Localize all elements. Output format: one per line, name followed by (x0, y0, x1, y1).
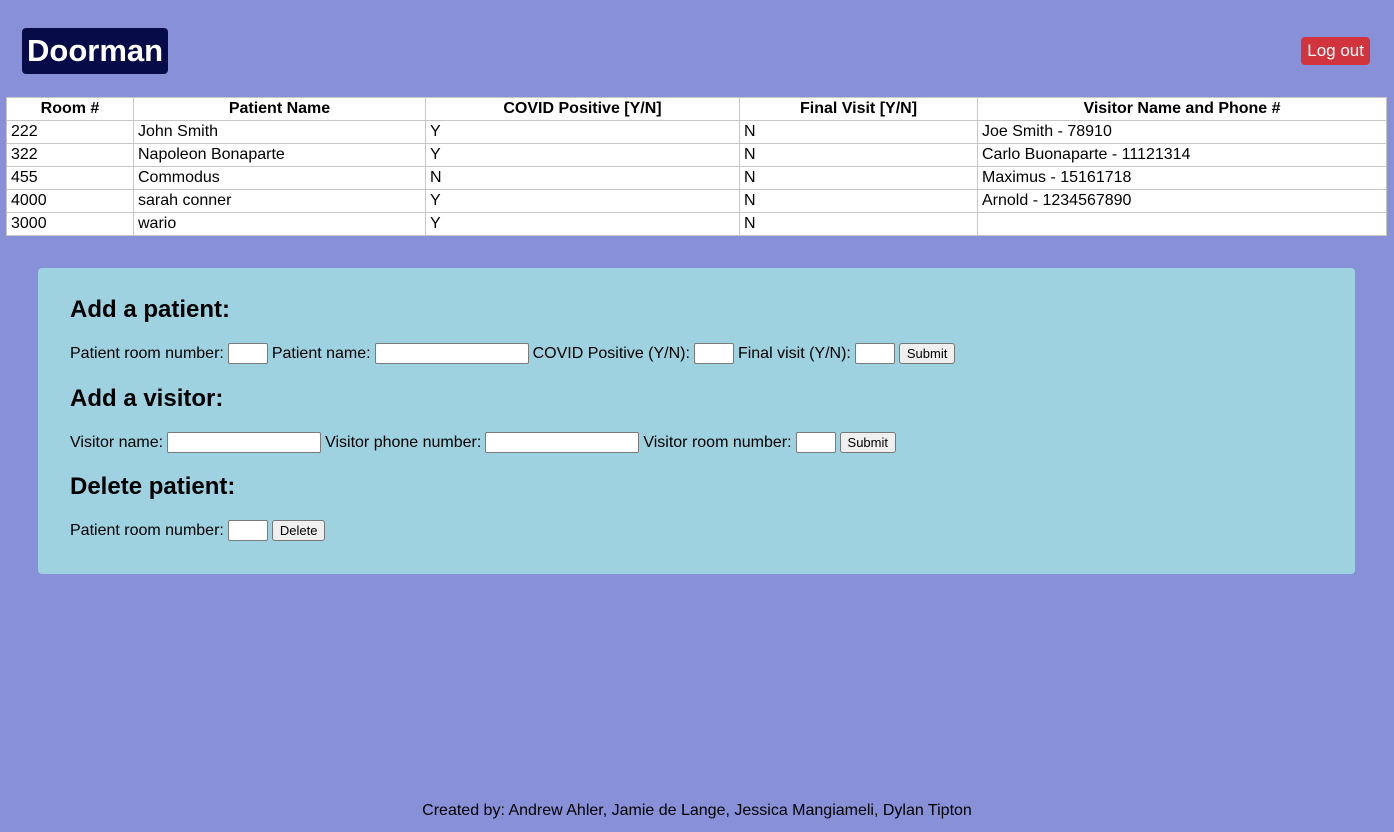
app-logo: Doorman (22, 28, 169, 74)
visitor-room-input[interactable] (795, 432, 836, 453)
add-patient-form: Patient room number: Patient name: COVID… (70, 343, 956, 364)
final-visit-input[interactable] (854, 343, 895, 364)
patients-table: Room # Patient Name COVID Positive [Y/N]… (6, 97, 1387, 236)
delete-patient-button[interactable]: Delete (271, 520, 326, 541)
column-header-room: Room # (6, 97, 134, 121)
patient-room-label: Patient room number: (70, 344, 224, 362)
patient-name-label: Patient name: (271, 344, 371, 362)
cell-patient-name: sarah conner (133, 189, 426, 213)
cell-room: 222 (6, 120, 134, 144)
table-row: 222 John Smith Y N Joe Smith - 78910 (6, 120, 1387, 144)
cell-final-visit: N (739, 189, 978, 213)
add-visitor-heading: Add a visitor: (70, 385, 224, 412)
cell-visitor (977, 212, 1387, 236)
cell-covid-positive: N (425, 166, 740, 190)
forms-panel: Add a patient: Patient room number: Pati… (38, 268, 1355, 574)
cell-room: 322 (6, 143, 134, 167)
table-header-row: Room # Patient Name COVID Positive [Y/N]… (6, 97, 1387, 121)
add-visitor-submit-button[interactable]: Submit (839, 432, 896, 453)
cell-final-visit: N (739, 166, 978, 190)
visitor-name-input[interactable] (167, 432, 322, 453)
visitor-name-label: Visitor name: (70, 433, 164, 451)
final-visit-label: Final visit (Y/N): (737, 344, 851, 362)
column-header-final-visit: Final Visit [Y/N] (739, 97, 978, 121)
delete-room-input[interactable] (227, 520, 268, 541)
delete-patient-form: Patient room number: Delete (70, 520, 326, 541)
visitor-phone-label: Visitor phone number: (325, 433, 482, 451)
cell-final-visit: N (739, 120, 978, 144)
footer-credits: Created by: Andrew Ahler, Jamie de Lange… (422, 802, 972, 819)
cell-patient-name: Napoleon Bonaparte (133, 143, 426, 167)
column-header-visitor: Visitor Name and Phone # (977, 97, 1387, 121)
cell-room: 455 (6, 166, 134, 190)
patient-room-input[interactable] (227, 343, 268, 364)
column-header-patient-name: Patient Name (133, 97, 426, 121)
delete-patient-heading: Delete patient: (70, 473, 236, 500)
cell-visitor: Carlo Buonaparte - 11121314 (977, 143, 1387, 167)
cell-visitor: Joe Smith - 78910 (977, 120, 1387, 144)
table-row: 3000 wario Y N (6, 212, 1387, 236)
cell-visitor: Maximus - 15161718 (977, 166, 1387, 190)
cell-covid-positive: Y (425, 143, 740, 167)
visitor-phone-input[interactable] (485, 432, 640, 453)
table-row: 4000 sarah conner Y N Arnold - 123456789… (6, 189, 1387, 213)
table-row: 455 Commodus N N Maximus - 15161718 (6, 166, 1387, 190)
covid-positive-label: COVID Positive (Y/N): (532, 344, 690, 362)
add-patient-heading: Add a patient: (70, 296, 230, 323)
covid-positive-input[interactable] (693, 343, 734, 364)
patient-name-input[interactable] (374, 343, 529, 364)
cell-covid-positive: Y (425, 120, 740, 144)
cell-final-visit: N (739, 212, 978, 236)
add-visitor-form: Visitor name: Visitor phone number: Visi… (70, 432, 896, 453)
cell-patient-name: John Smith (133, 120, 426, 144)
cell-final-visit: N (739, 143, 978, 167)
cell-covid-positive: Y (425, 189, 740, 213)
cell-patient-name: Commodus (133, 166, 426, 190)
add-patient-submit-button[interactable]: Submit (898, 343, 956, 364)
cell-visitor: Arnold - 1234567890 (977, 189, 1387, 213)
cell-room: 3000 (6, 212, 134, 236)
cell-patient-name: wario (133, 212, 426, 236)
cell-room: 4000 (6, 189, 134, 213)
table-row: 322 Napoleon Bonaparte Y N Carlo Buonapa… (6, 143, 1387, 167)
delete-room-label: Patient room number: (70, 521, 224, 539)
visitor-room-label: Visitor room number: (643, 433, 792, 451)
column-header-covid-positive: COVID Positive [Y/N] (425, 97, 740, 121)
logout-button[interactable]: Log out (1301, 37, 1370, 65)
cell-covid-positive: Y (425, 212, 740, 236)
